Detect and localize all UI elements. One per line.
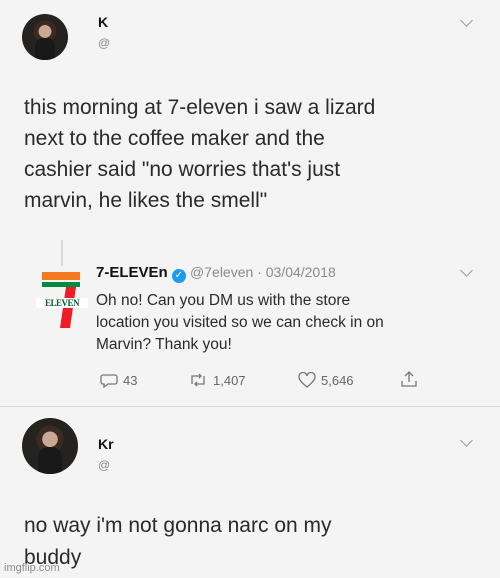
- author-name[interactable]: K: [98, 14, 108, 30]
- author-name[interactable]: Kr: [98, 436, 114, 452]
- reply-text: Oh no! Can you DM us with the store loca…: [96, 290, 486, 356]
- tweet-text-line: next to the coffee maker and the: [24, 127, 325, 150]
- seven-eleven-logo[interactable]: ELEVEN: [36, 270, 88, 328]
- tweet-text-line: cashier said "no worries that's just: [24, 158, 341, 181]
- divider: [0, 406, 500, 407]
- chevron-down-icon[interactable]: [460, 14, 473, 27]
- retweet-icon: [191, 373, 205, 387]
- share-icon: [401, 371, 417, 387]
- watermark: imgflip.com: [4, 562, 60, 574]
- avatar[interactable]: [22, 14, 68, 60]
- reply-count: 43: [123, 372, 138, 388]
- verified-badge-icon: ✓: [171, 268, 186, 283]
- reply-icon: [100, 374, 118, 388]
- like-count: 5,646: [321, 372, 354, 388]
- tweet-text: this morning at 7-eleven i saw a lizard …: [24, 92, 484, 216]
- chevron-down-icon[interactable]: [460, 264, 473, 277]
- tweet-text-line: no way i'm not gonna narc on my: [24, 514, 332, 537]
- tweet-text: no way i'm not gonna narc on my buddy: [24, 510, 484, 574]
- retweet-count-button[interactable]: 1,407: [188, 372, 246, 388]
- reply-header: 7-ELEVEn ✓ @7eleven · 03/04/2018: [96, 264, 336, 283]
- retweet-count: 1,407: [213, 372, 246, 388]
- author-handle[interactable]: @: [98, 36, 110, 50]
- thread-line: [61, 240, 63, 266]
- reply-handle-date[interactable]: @7eleven · 03/04/2018: [190, 264, 336, 280]
- reply-text-line: location you visited so we can check in …: [96, 314, 384, 331]
- seven-eleven-logo-text: ELEVEN: [44, 298, 80, 308]
- reply-author-name[interactable]: 7-ELEVEn: [96, 264, 168, 281]
- tweet-text-line: buddy: [24, 546, 82, 569]
- tweet-text-line: marvin, he likes the smell": [24, 189, 268, 212]
- author-handle[interactable]: @: [98, 458, 110, 472]
- share-button[interactable]: [400, 370, 418, 393]
- avatar[interactable]: [22, 418, 78, 474]
- like-count-button[interactable]: 5,646: [298, 372, 354, 388]
- heart-icon: [298, 372, 316, 388]
- reply-text-line: Marvin? Thank you!: [96, 336, 232, 353]
- chevron-down-icon[interactable]: [460, 434, 473, 447]
- tweet-text-line: this morning at 7-eleven i saw a lizard: [24, 96, 376, 119]
- reply-count-button[interactable]: 43: [100, 372, 137, 388]
- reply-text-line: Oh no! Can you DM us with the store: [96, 292, 351, 309]
